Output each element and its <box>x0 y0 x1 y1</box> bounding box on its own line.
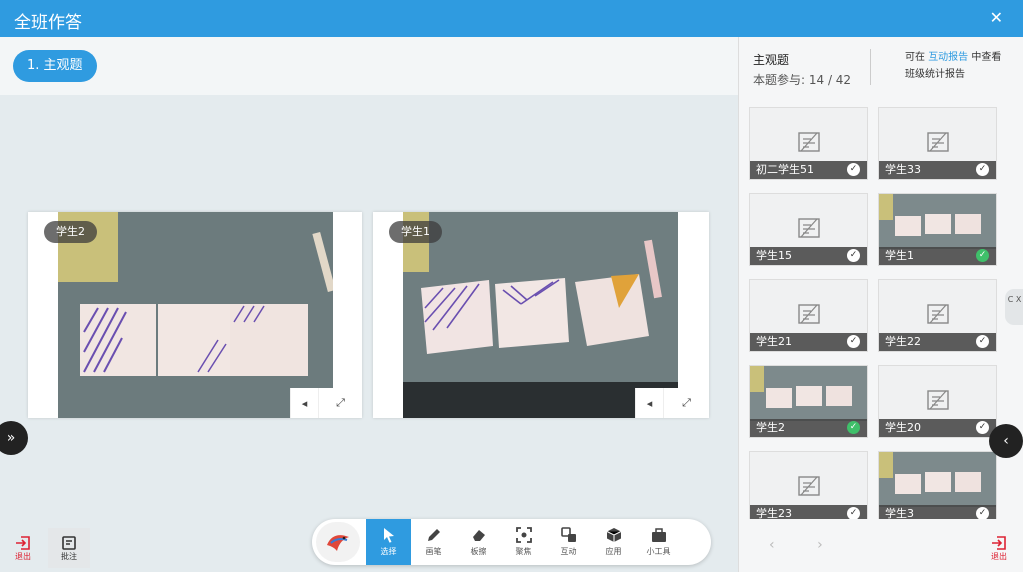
student-thumbnail[interactable]: 学生21 ✓ <box>749 279 868 352</box>
next-page-icon[interactable]: › <box>817 537 823 553</box>
collapse-icon[interactable]: ◂ <box>635 388 663 418</box>
notes-icon <box>62 535 76 550</box>
check-icon: ✓ <box>847 163 860 176</box>
student-thumbnail[interactable]: 学生1 ✓ <box>878 193 997 266</box>
thumbnail-image <box>879 194 996 249</box>
prev-page-icon[interactable]: ‹ <box>769 537 775 553</box>
panel-title: 主观题 <box>753 53 790 67</box>
participation-count: 本题参与: 14 / 42 <box>753 73 852 87</box>
check-icon: ✓ <box>976 507 989 519</box>
check-icon: ✓ <box>847 507 860 519</box>
tool-focus[interactable]: 聚焦 <box>501 519 546 565</box>
eraser-icon <box>472 530 485 541</box>
card-toolbar: ◂ ⤢ <box>635 388 709 418</box>
exit-button[interactable]: 退出 <box>981 528 1017 568</box>
title-bar: 全班作答 ✕ <box>0 0 1023 37</box>
tool-pen[interactable]: 画笔 <box>411 519 456 565</box>
report-note: 可在 互动报告 中查看 班级统计报告 <box>905 52 1002 80</box>
check-icon: ✓ <box>847 335 860 348</box>
tool-apps[interactable]: 应用 <box>591 519 636 565</box>
cube-icon <box>606 528 621 542</box>
cursor-icon <box>383 528 394 543</box>
side-tab[interactable]: C X <box>1005 289 1023 325</box>
tool-toolbox[interactable]: 小工具 <box>636 519 681 565</box>
student-thumbnail[interactable]: 学生20 ✓ <box>878 365 997 438</box>
check-icon: ✓ <box>976 249 989 262</box>
check-icon: ✓ <box>976 163 989 176</box>
exit-icon <box>992 535 1006 550</box>
focus-icon <box>515 527 532 543</box>
tool-eraser[interactable]: 板擦 <box>456 519 501 565</box>
student-list-panel: 主观题 本题参与: 14 / 42 可在 互动报告 中查看 班级统计报告 初二学… <box>738 37 1023 572</box>
check-icon: ✓ <box>976 335 989 348</box>
no-image-icon <box>797 304 820 324</box>
interaction-report-link[interactable]: 互动报告 <box>928 52 968 63</box>
no-image-icon <box>797 476 820 496</box>
toolbox-icon <box>651 528 666 542</box>
check-icon: ✓ <box>847 421 860 434</box>
divider <box>870 49 871 85</box>
fullscreen-icon[interactable]: ⤢ <box>663 388 709 418</box>
student-thumbnail[interactable]: 学生15 ✓ <box>749 193 868 266</box>
answer-card[interactable]: 学生2 ◂ ⤢ <box>28 212 362 418</box>
thumbnail-image <box>879 452 996 507</box>
student-thumbnail[interactable]: 学生22 ✓ <box>878 279 997 352</box>
answer-area: 1. 主观题 学生2 ◂ ⤢ 学生1 ◂ ⤢ » 选择 画笔 板擦 聚焦 互动 … <box>0 37 738 572</box>
check-icon: ✓ <box>847 249 860 262</box>
tool-interact[interactable]: 互动 <box>546 519 591 565</box>
close-icon[interactable]: ✕ <box>990 8 1003 27</box>
student-thumbnail[interactable]: 学生23 ✓ <box>749 451 868 519</box>
exit-icon <box>16 535 30 550</box>
card-toolbar: ◂ ⤢ <box>290 388 362 418</box>
main-toolbar: 选择 画笔 板擦 聚焦 互动 应用 小工具 <box>312 519 711 565</box>
question-tab[interactable]: 1. 主观题 <box>13 50 97 82</box>
question-bar: 1. 主观题 <box>0 37 738 95</box>
thumbnail-grid: 初二学生51 ✓ 学生33 ✓ 学生15 ✓ 学生1 ✓ 学生21 ✓ 学生22 ✓ 学生2 ✓ 学生20 ✓… <box>749 107 1014 519</box>
collapse-right-button[interactable]: ‹ <box>989 424 1023 458</box>
pen-icon <box>427 529 440 541</box>
no-image-icon <box>797 132 820 152</box>
exit-button[interactable]: 退出 <box>2 528 44 568</box>
student-thumbnail[interactable]: 初二学生51 ✓ <box>749 107 868 180</box>
panel-header: 主观题 本题参与: 14 / 42 可在 互动报告 中查看 班级统计报告 <box>739 37 1023 95</box>
window-title: 全班作答 <box>14 13 82 33</box>
no-image-icon <box>797 218 820 238</box>
interact-icon <box>560 527 576 542</box>
no-image-icon <box>926 390 949 410</box>
pager: ‹ › <box>769 537 823 553</box>
answer-card[interactable]: 学生1 ◂ ⤢ <box>373 212 709 418</box>
no-image-icon <box>926 132 949 152</box>
student-name-tag: 学生2 <box>44 221 97 243</box>
student-name-tag: 学生1 <box>389 221 442 243</box>
no-image-icon <box>926 304 949 324</box>
student-thumbnail[interactable]: 学生2 ✓ <box>749 365 868 438</box>
app-logo-icon[interactable] <box>316 522 360 562</box>
student-thumbnail[interactable]: 学生33 ✓ <box>878 107 997 180</box>
check-icon: ✓ <box>976 421 989 434</box>
student-thumbnail[interactable]: 学生3 ✓ <box>878 451 997 519</box>
expand-left-button[interactable]: » <box>0 421 28 455</box>
notes-button[interactable]: 批注 <box>48 528 90 568</box>
thumbnail-image <box>750 366 867 421</box>
fullscreen-icon[interactable]: ⤢ <box>318 388 362 418</box>
collapse-icon[interactable]: ◂ <box>290 388 318 418</box>
tool-select[interactable]: 选择 <box>366 519 411 565</box>
